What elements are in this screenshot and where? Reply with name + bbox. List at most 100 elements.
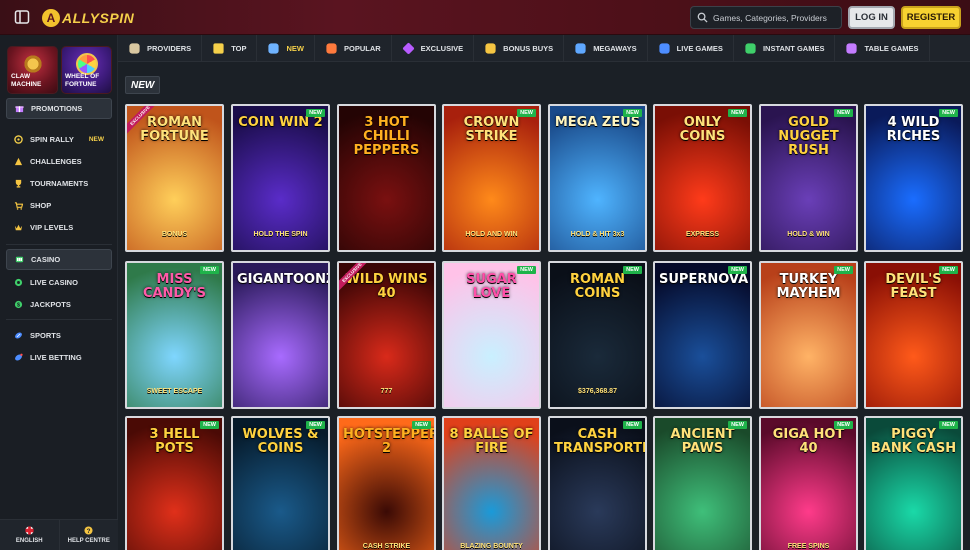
tab-new[interactable]: NEW bbox=[257, 34, 315, 62]
game-title: ANCIENT PAWS bbox=[670, 427, 735, 456]
exclusive-ribbon: EXCLUSIVE bbox=[127, 106, 161, 140]
new-badge: NEW bbox=[939, 421, 958, 429]
help-centre-label: HELP CENTRE bbox=[67, 538, 110, 544]
tab-label: BONUS BUYS bbox=[503, 43, 554, 53]
sidebar-item-label: LIVE CASINO bbox=[30, 278, 78, 287]
tab-label: INSTANT GAMES bbox=[762, 43, 825, 53]
game-tile[interactable]: TURKEY MAYHEM NEW bbox=[759, 261, 858, 409]
game-tile[interactable]: 8 BALLS OF FIRE BLAZING BOUNTY bbox=[442, 416, 541, 550]
game-tile[interactable]: PIGGY BANK CASH NEW bbox=[864, 416, 963, 550]
game-tile[interactable]: CROWN STRIKE HOLD AND WIN NEW bbox=[442, 104, 541, 252]
game-tile[interactable]: WILD WINS 40 777 EXCLUSIVE bbox=[337, 261, 436, 409]
instant-icon bbox=[745, 42, 756, 54]
sidebar-item-sports[interactable]: SPORTS bbox=[6, 325, 112, 346]
sidebar-item-label: LIVE BETTING bbox=[30, 353, 82, 362]
search-input[interactable] bbox=[713, 12, 838, 23]
game-tile[interactable]: CASH TRANSPORTERNEW bbox=[548, 416, 647, 550]
tab-exclusive[interactable]: EXCLUSIVE bbox=[392, 34, 475, 62]
new-badge: NEW bbox=[623, 421, 642, 429]
game-title: PIGGY BANK CASH bbox=[870, 427, 957, 456]
game-tile[interactable]: ROMAN COINS $376,368.87 NEW bbox=[548, 261, 647, 409]
game-title: CASH TRANSPORTER bbox=[554, 427, 645, 456]
new-badge: NEW bbox=[728, 109, 747, 117]
sidebar-item-shop[interactable]: SHOP bbox=[6, 195, 112, 216]
sidebar-item-jackpots[interactable]: $ JACKPOTS bbox=[6, 294, 112, 315]
new-badge: NEW bbox=[939, 266, 958, 274]
bonus-icon bbox=[485, 42, 496, 54]
sports-icon bbox=[15, 332, 22, 339]
game-tile[interactable]: 3 HOT CHILLI PEPPERS bbox=[337, 104, 436, 252]
game-tile[interactable]: ROMAN FORTUNE BONUS EXCLUSIVE bbox=[125, 104, 224, 252]
new-badge: NEW bbox=[517, 109, 536, 117]
tab-live-games[interactable]: LIVE GAMES bbox=[648, 34, 734, 62]
tab-label: EXCLUSIVE bbox=[420, 43, 464, 53]
tab-megaways[interactable]: MEGAWAYS bbox=[564, 34, 648, 62]
tab-popular[interactable]: POPULAR bbox=[315, 34, 392, 62]
game-tile[interactable]: ANCIENT PAWS NEW bbox=[653, 416, 752, 550]
language-selector[interactable]: ENGLISH bbox=[0, 520, 59, 550]
gift-icon bbox=[15, 106, 24, 113]
sidebar-item-casino[interactable]: CASINO bbox=[6, 249, 112, 270]
play-icon bbox=[659, 42, 670, 54]
game-subtitle: HOLD THE SPIN bbox=[253, 231, 308, 238]
game-tile[interactable]: MISS CANDY'S SWEET ESCAPE NEW bbox=[125, 261, 224, 409]
tab-label: TABLE GAMES bbox=[864, 43, 919, 53]
exclusive-label: EXCLUSIVE bbox=[127, 106, 161, 136]
vip-icon bbox=[14, 224, 23, 231]
help-centre-link[interactable]: ? HELP CENTRE bbox=[58, 520, 119, 550]
game-tile[interactable]: COIN WIN 2 HOLD THE SPIN NEW bbox=[231, 104, 330, 252]
game-title: GIGA HOT 40 bbox=[772, 427, 845, 456]
game-tile[interactable]: GIGANTOONZ bbox=[231, 261, 330, 409]
sidebar-item-challenges[interactable]: CHALLENGES bbox=[6, 151, 112, 172]
new-badge: NEW bbox=[88, 136, 104, 143]
sidebar-item-tournaments[interactable]: TOURNAMENTS bbox=[6, 173, 112, 194]
cards-icon bbox=[846, 42, 858, 54]
new-badge: NEW bbox=[412, 421, 431, 429]
game-title: SUGAR LOVE bbox=[466, 272, 517, 301]
sidebar-item-promotions[interactable]: PROMOTIONS bbox=[6, 98, 112, 119]
tab-providers[interactable]: PROVIDERS bbox=[118, 34, 203, 62]
allyspin-logo[interactable]: A ALLYSPIN bbox=[42, 8, 134, 28]
sidebar-item-label: CHALLENGES bbox=[30, 157, 82, 166]
game-tile[interactable]: WOLVES & COINS NEW bbox=[231, 416, 330, 550]
wheel-of-fortune-tile[interactable]: WHEEL OF FORTUNE bbox=[61, 46, 112, 94]
sidebar-item-live-casino[interactable]: LIVE CASINO bbox=[6, 272, 112, 293]
sidebar-footer: ENGLISH ? HELP CENTRE bbox=[0, 519, 118, 550]
game-tile[interactable]: SUGAR LOVE NEW bbox=[442, 261, 541, 409]
game-tile[interactable]: SUPERNOVA NEW bbox=[653, 261, 752, 409]
game-tile[interactable]: DEVIL'S FEAST NEW bbox=[864, 261, 963, 409]
exclusive-label: EXCLUSIVE bbox=[339, 263, 373, 293]
sidebar-item-live-betting[interactable]: LIVE BETTING bbox=[6, 347, 112, 368]
search-box[interactable] bbox=[690, 6, 842, 29]
game-tile[interactable]: GOLD NUGGET RUSH HOLD & WIN NEW bbox=[759, 104, 858, 252]
game-tile[interactable]: HOTSTEPPER 2 CASH STRIKE NEW bbox=[337, 416, 436, 550]
sidebar-toggle-icon[interactable] bbox=[14, 9, 30, 25]
sidebar-item-spin-rally[interactable]: SPIN RALLY NEW bbox=[6, 129, 112, 150]
tab-table-games[interactable]: TABLE GAMES bbox=[835, 34, 930, 62]
tab-instant-games[interactable]: INSTANT GAMES bbox=[734, 34, 836, 62]
new-badge: NEW bbox=[834, 109, 853, 117]
sidebar-divider bbox=[6, 319, 112, 320]
game-subtitle: HOLD & WIN bbox=[787, 231, 830, 238]
game-tile[interactable]: GIGA HOT 40 FREE SPINS NEW bbox=[759, 416, 858, 550]
new-badge: NEW bbox=[306, 109, 325, 117]
game-tile[interactable]: MEGA ZEUS HOLD & HIT 3x3 NEW bbox=[548, 104, 647, 252]
game-tile[interactable]: 4 WILD RICHES NEW bbox=[864, 104, 963, 252]
sidebar: CLAW MACHINE WHEEL OF FORTUNE PROMOTIONS… bbox=[0, 35, 118, 550]
login-button[interactable]: LOG IN bbox=[848, 6, 895, 29]
new-badge: NEW bbox=[834, 266, 853, 274]
new-badge: NEW bbox=[517, 266, 536, 274]
game-tile[interactable]: 3 HELL POTS NEW bbox=[125, 416, 224, 550]
game-title: MISS CANDY'S bbox=[142, 272, 207, 301]
register-button[interactable]: REGISTER bbox=[901, 6, 961, 29]
new-icon bbox=[268, 42, 280, 54]
sidebar-item-label: SPIN RALLY bbox=[30, 135, 74, 144]
sidebar-item-vip-levels[interactable]: VIP LEVELS bbox=[6, 217, 112, 238]
tab-top[interactable]: TOP bbox=[202, 34, 258, 62]
new-badge: NEW bbox=[200, 421, 219, 429]
tab-bonus-buys[interactable]: BONUS BUYS bbox=[474, 34, 565, 62]
game-tile[interactable]: ONLY COINS EXPRESS NEW bbox=[653, 104, 752, 252]
svg-text:$: $ bbox=[17, 303, 20, 309]
game-subtitle: BONUS bbox=[161, 231, 188, 238]
claw-machine-tile[interactable]: CLAW MACHINE bbox=[7, 46, 58, 94]
